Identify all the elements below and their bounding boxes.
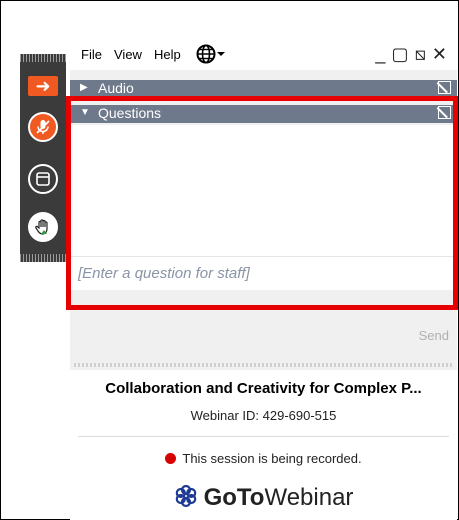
raise-hand-button[interactable] xyxy=(28,212,58,242)
brand-webinar: Webinar xyxy=(264,484,354,511)
control-panel: File View Help _▢⧅✕ ▶ Audio ▼ Questions xyxy=(70,38,457,520)
question-input-box[interactable] xyxy=(70,256,457,290)
globe-icon xyxy=(196,44,225,64)
toolbar-grip-bottom[interactable] xyxy=(20,254,66,262)
audio-section-header[interactable]: ▶ Audio xyxy=(70,80,457,98)
questions-section-header[interactable]: ▼ Questions xyxy=(70,105,457,123)
popout-icon[interactable] xyxy=(438,81,451,94)
restore-icon[interactable]: ▢ xyxy=(391,44,414,64)
arrow-right-icon: ➜ xyxy=(35,75,51,96)
expand-triangle-icon: ▶ xyxy=(80,82,88,93)
audio-section-label: Audio xyxy=(98,80,134,96)
gotowebinar-flower-icon xyxy=(175,484,196,508)
gotowebinar-logo: GoToWebinar xyxy=(70,484,457,512)
brand-goto: GoTo xyxy=(203,484,265,511)
window-icon xyxy=(36,172,50,186)
menu-bar: File View Help _▢⧅✕ xyxy=(70,38,457,70)
detach-icon[interactable]: ⧅ xyxy=(414,44,431,64)
minimize-icon[interactable]: _ xyxy=(375,44,391,64)
window-controls[interactable]: _▢⧅✕ xyxy=(375,44,453,65)
webinar-title: Collaboration and Creativity for Complex… xyxy=(105,380,422,397)
mute-button[interactable] xyxy=(28,112,58,142)
close-icon[interactable]: ✕ xyxy=(432,44,453,64)
session-info: Collaboration and Creativity for Complex… xyxy=(70,370,457,520)
send-button[interactable]: Send xyxy=(419,328,449,343)
panel-resize-divider[interactable] xyxy=(74,363,453,367)
collapse-triangle-icon: ▼ xyxy=(80,107,90,118)
attendee-toolbar: ➜ xyxy=(20,54,66,262)
question-input[interactable] xyxy=(76,257,450,289)
menu-view[interactable]: View xyxy=(114,47,142,62)
menu-help[interactable]: Help xyxy=(154,47,181,62)
chevron-down-icon xyxy=(217,52,225,56)
language-menu[interactable] xyxy=(196,44,226,67)
toolbar-grip-top[interactable] xyxy=(20,54,66,62)
questions-log xyxy=(70,125,457,256)
muted-microphone-icon xyxy=(36,120,50,134)
recording-notice: This session is being recorded. xyxy=(70,451,457,466)
popout-icon[interactable] xyxy=(438,106,451,119)
recording-text: This session is being recorded. xyxy=(182,451,362,466)
recording-dot-icon xyxy=(165,453,177,464)
info-divider xyxy=(78,436,449,437)
webinar-id: Webinar ID: 429-690-515 xyxy=(190,408,337,423)
menu-file[interactable]: File xyxy=(81,47,102,62)
questions-section-label: Questions xyxy=(98,105,162,121)
collapse-panel-button[interactable]: ➜ xyxy=(28,76,58,96)
screen-view-button[interactable] xyxy=(28,164,58,194)
raise-hand-icon xyxy=(35,219,48,235)
